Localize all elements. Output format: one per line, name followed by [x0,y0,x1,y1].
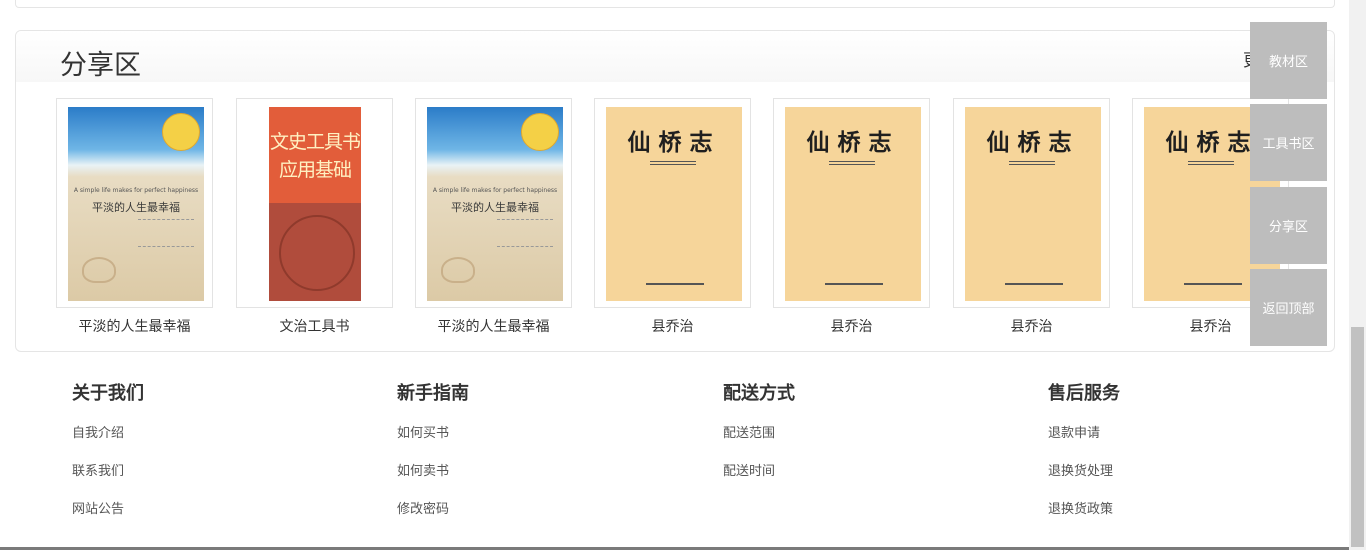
page-scrollbar[interactable] [1349,0,1366,550]
side-nav-tools-button[interactable]: 工具书区 [1250,104,1327,181]
sand-heart-icon [82,257,116,283]
footer-column-title: 配送方式 [723,383,795,404]
footer-link-contact[interactable]: 联系我们 [72,460,124,479]
footer-link-how-sell[interactable]: 如何卖书 [397,460,449,479]
book-cover[interactable]: 仙桥志 [773,98,930,308]
cover-subtitle: A simple life makes for perfect happines… [432,187,558,194]
cover-text-lines [497,219,553,247]
cover-text-lines [138,219,194,247]
share-section-title: 分享区 [60,50,141,81]
footer-column-aftersales: 售后服务 退款申请 退换货处理 退换货政策 [1048,382,1120,517]
cover-title: 平淡的人生最幸福 [451,201,539,214]
footer-column-title: 关于我们 [72,383,144,404]
book-cover[interactable]: 仙桥志 [594,98,751,308]
footer-link-delivery-range[interactable]: 配送范围 [723,422,775,441]
book-cover-image: 仙桥志 [965,107,1101,301]
footer-link-delivery-time[interactable]: 配送时间 [723,460,775,479]
cover-title-line1: 文史工具书 [269,131,361,153]
book-cover-image: 仙桥志 [785,107,921,301]
book-title[interactable]: 县乔治 [763,316,940,336]
cover-publisher-line [1184,283,1242,289]
book-title[interactable]: 文治工具书 [226,316,403,336]
book-cover-image: 仙桥志 [606,107,742,301]
cover-subtitle: A simple life makes for perfect happines… [73,187,199,194]
book-cover-image: A simple life makes for perfect happines… [68,107,204,301]
side-nav-share-button[interactable]: 分享区 [1250,187,1327,264]
footer-link-intro[interactable]: 自我介绍 [72,422,124,441]
book-item[interactable]: A simple life makes for perfect happines… [415,98,572,335]
share-section-header: 分享区 更 [16,31,1334,82]
book-title[interactable]: 平淡的人生最幸福 [46,316,223,336]
book-cover[interactable]: 仙桥志 [953,98,1110,308]
book-title[interactable]: 县乔治 [584,316,761,336]
book-title[interactable]: 县乔治 [943,316,1120,336]
cover-text-lines [1188,161,1234,165]
footer-link-how-buy[interactable]: 如何买书 [397,422,449,441]
cover-ornament-icon [279,215,355,291]
book-cover[interactable]: A simple life makes for perfect happines… [415,98,572,308]
footer-link-change-password[interactable]: 修改密码 [397,498,449,517]
sand-heart-icon [441,257,475,283]
book-item[interactable]: A simple life makes for perfect happines… [56,98,213,335]
book-title[interactable]: 平淡的人生最幸福 [405,316,582,336]
back-to-top-button[interactable]: 返回顶部 [1250,269,1327,346]
award-seal-icon [521,113,559,151]
book-cover-image: 文史工具书 应用基础 [269,107,361,301]
cover-title-line2: 应用基础 [278,159,352,181]
footer-link-refund[interactable]: 退款申请 [1048,422,1100,441]
previous-section-box [15,0,1335,8]
book-cover[interactable]: A simple life makes for perfect happines… [56,98,213,308]
book-item[interactable]: 仙桥志 县乔治 [594,98,751,335]
book-cover-image: A simple life makes for perfect happines… [427,107,563,301]
award-seal-icon [162,113,200,151]
book-item[interactable]: 文史工具书 应用基础 文治工具书 [236,98,393,335]
cover-text-lines [829,161,875,165]
cover-publisher-line [646,283,704,289]
book-item[interactable]: 仙桥志 县乔治 [773,98,930,335]
cover-title: 仙桥志 [986,129,1080,156]
side-nav-textbook-button[interactable]: 教材区 [1250,22,1327,99]
cover-text-lines [1009,161,1055,165]
footer-link-notice[interactable]: 网站公告 [72,498,124,517]
footer-column-guide: 新手指南 如何买书 如何卖书 修改密码 [397,382,469,517]
share-section: 分享区 更 A simple life makes for perfect ha… [15,30,1335,352]
book-cover[interactable]: 文史工具书 应用基础 [236,98,393,308]
cover-publisher-line [825,283,883,289]
scrollbar-thumb[interactable] [1351,327,1364,547]
cover-text-lines [650,161,696,165]
cover-publisher-line [1005,283,1063,289]
footer-link-return-process[interactable]: 退换货处理 [1048,460,1113,479]
footer-column-title: 售后服务 [1048,383,1120,404]
footer-column-delivery: 配送方式 配送范围 配送时间 [723,382,795,479]
cover-title: 仙桥志 [806,129,900,156]
book-item[interactable]: 仙桥志 县乔治 [953,98,1110,335]
footer-link-return-policy[interactable]: 退换货政策 [1048,498,1113,517]
cover-title: 仙桥志 [627,129,721,156]
cover-title: 平淡的人生最幸福 [92,201,180,214]
footer-column-about: 关于我们 自我介绍 联系我们 网站公告 [72,382,144,517]
footer-column-title: 新手指南 [397,383,469,404]
